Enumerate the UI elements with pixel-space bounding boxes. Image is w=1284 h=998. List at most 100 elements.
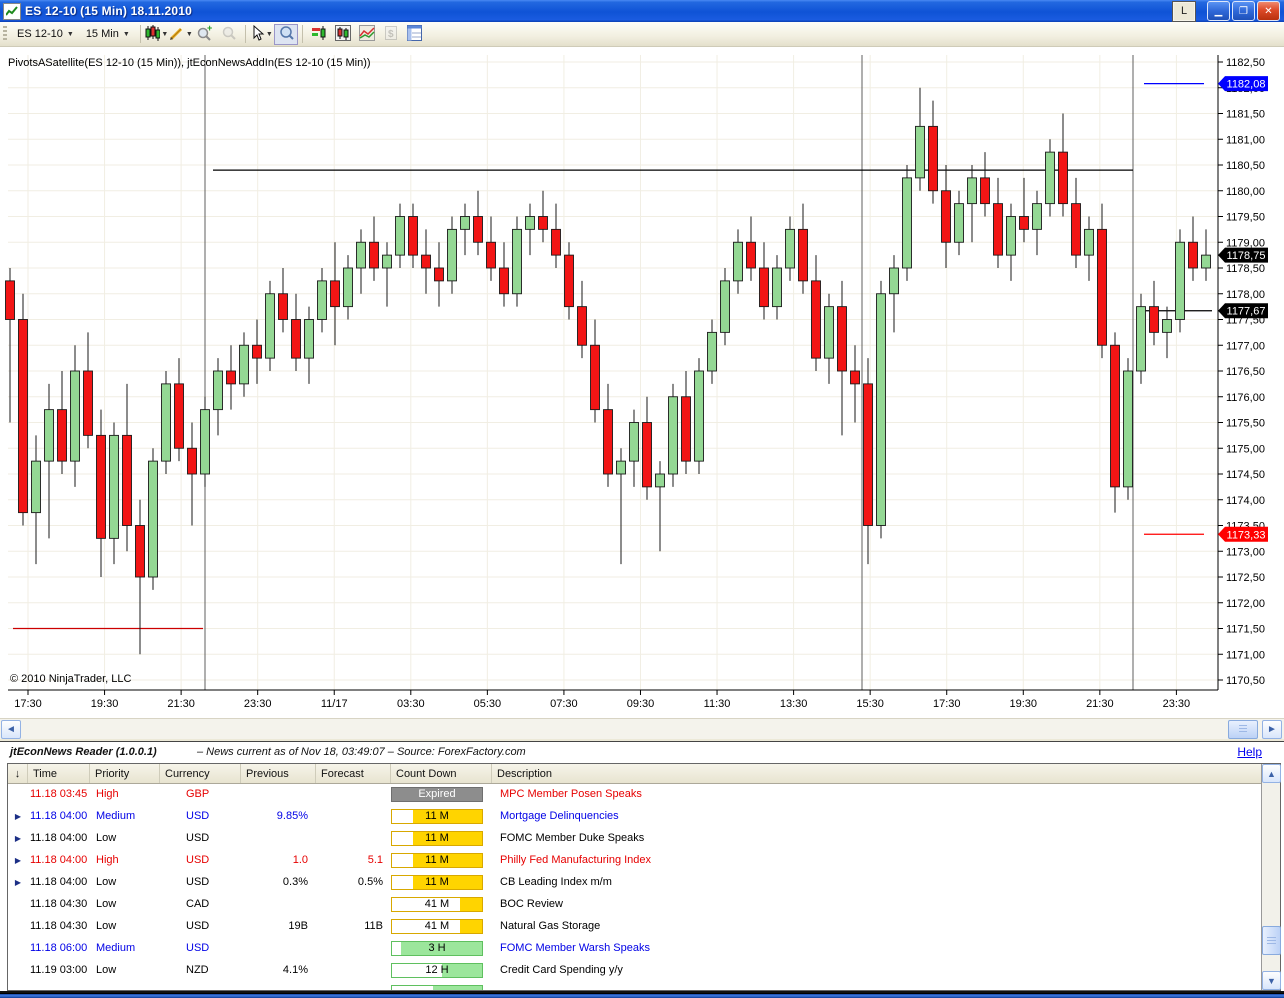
candle	[902, 177, 912, 269]
news-countdown-cell: 41 M	[391, 896, 492, 912]
countdown-bar: 3 H	[391, 940, 483, 956]
news-row[interactable]: 11.18 06:00 Medium USD 3 H FOMC Member Warsh…	[8, 937, 1262, 959]
candle	[291, 319, 301, 359]
column-header-time[interactable]: Time	[28, 764, 90, 783]
news-v-scrollbar[interactable]: ▲ ▼	[1261, 764, 1281, 990]
x-tick-label: 09:30	[627, 698, 655, 710]
candle	[785, 228, 795, 269]
news-time: 11.18 04:00	[30, 832, 88, 844]
news-row[interactable]: 11.18 03:45 High GBP Expired MPC Member Pose…	[8, 783, 1262, 805]
countdown-text: 41 M	[424, 919, 450, 932]
y-tick-label: 1181,00	[1226, 134, 1265, 146]
candle	[148, 460, 158, 578]
chart-window-button[interactable]	[331, 24, 355, 45]
scroll-up-button[interactable]: ▲	[1262, 764, 1281, 783]
news-row[interactable]: ▶ 11.18 04:00 High USD 1.0 5.1 11 M Philly Fed …	[8, 849, 1262, 871]
crosshair-button[interactable]	[273, 23, 298, 45]
column-header-forecast[interactable]: Forecast	[316, 764, 391, 783]
news-description: CB Leading Index m/m	[500, 876, 612, 888]
countdown-bar: Expired	[391, 786, 483, 802]
candle	[1058, 151, 1068, 205]
window-bottom-border	[0, 993, 1284, 998]
column-header-count-down[interactable]: Count Down	[391, 764, 492, 783]
countdown-bar: 41 M	[391, 918, 483, 934]
scroll-down-button[interactable]: ▼	[1262, 971, 1281, 990]
zoom-in-magnifier-icon: +	[196, 23, 213, 44]
chart-panel[interactable]: 1182,501182,001181,501181,001180,501180,…	[0, 47, 1284, 718]
news-row[interactable]: 11.18 04:30 Low CAD 41 M BOC Review	[8, 893, 1262, 915]
candle	[551, 228, 561, 256]
column-header-sort[interactable]: ↓	[8, 764, 28, 783]
y-tick-label: 1174,00	[1226, 495, 1265, 507]
x-tick-label: 21:30	[1086, 698, 1114, 710]
candle	[889, 267, 899, 295]
h-scroll-thumb[interactable]	[1228, 720, 1258, 739]
candle	[1110, 344, 1120, 488]
news-previous: 0.3%	[282, 876, 308, 888]
price-chart[interactable]: 1182,501182,001181,501181,001180,501180,…	[0, 47, 1284, 718]
news-reader-title: jtEconNews Reader (1.0.0.1)	[10, 746, 157, 758]
drawing-tools-button[interactable]: ▼	[169, 24, 193, 45]
news-currency: NZD	[186, 964, 209, 976]
zoom-out-magnifier-icon	[221, 25, 237, 44]
candle	[564, 254, 574, 308]
y-tick-label: 1171,00	[1226, 649, 1265, 661]
magnifier-icon	[278, 25, 294, 44]
toolbar-grip[interactable]	[3, 26, 7, 42]
zoom-out-button[interactable]	[217, 24, 241, 45]
indicator-overlay-button[interactable]	[355, 24, 379, 45]
link-button[interactable]: L	[1172, 0, 1196, 22]
candle	[733, 241, 743, 282]
column-header-priority[interactable]: Priority	[90, 764, 160, 783]
restore-button[interactable]: ❐	[1232, 1, 1255, 21]
candle	[1071, 203, 1081, 256]
column-header-previous[interactable]: Previous	[241, 764, 316, 783]
news-priority: Medium	[96, 810, 136, 822]
news-currency: USD	[186, 942, 210, 954]
news-row[interactable]: 11.18 04:30 Low USD 19B 11B 41 M Natural Gas S…	[8, 915, 1262, 937]
candle	[1045, 151, 1055, 205]
news-time: 11.18 04:30	[30, 920, 88, 932]
news-currency: USD	[186, 810, 210, 822]
x-tick-label: 03:30	[397, 698, 425, 710]
news-previous: 4.1%	[282, 964, 308, 976]
candle	[57, 409, 67, 462]
v-scroll-thumb[interactable]	[1262, 926, 1281, 955]
countdown-text: 3 H	[428, 941, 446, 954]
news-table: ↓ Time Priority Currency Previous Forecast Cou…	[7, 763, 1281, 991]
cursor-button[interactable]: ▼	[250, 24, 274, 45]
x-tick-label: 17:30	[14, 698, 42, 710]
candle	[1188, 241, 1198, 269]
expand-arrow-icon: ▶	[14, 833, 22, 843]
help-link[interactable]: Help	[1237, 745, 1262, 759]
chart-style-button[interactable]: ▼	[145, 24, 169, 45]
indicator-label: PivotsASatellite(ES 12-10 (15 Min)), jtE…	[8, 57, 371, 69]
x-tick-label: 19:30	[1010, 698, 1038, 710]
account-report-button[interactable]: $	[379, 24, 403, 45]
close-button[interactable]: ✕	[1257, 1, 1280, 21]
candle	[837, 306, 847, 372]
candle	[265, 293, 275, 359]
expand-arrow-icon: ▶	[14, 811, 22, 821]
scroll-left-button[interactable]: ◄	[1, 720, 21, 739]
instrument-dropdown[interactable]: ES 12-10 ▼	[11, 26, 80, 42]
news-row[interactable]: ▶ 11.18 04:00 Medium USD 9.85% 11 M Mortgage D…	[8, 805, 1262, 827]
column-header-description[interactable]: Description	[492, 764, 1280, 783]
news-row[interactable]	[8, 981, 1262, 990]
minimize-button[interactable]: ▁	[1207, 1, 1230, 21]
market-analyzer-button[interactable]	[307, 24, 331, 45]
scroll-right-button[interactable]: ►	[1262, 720, 1282, 739]
data-grid-button[interactable]	[403, 24, 427, 45]
chart-h-scrollbar[interactable]: ◄ ►	[0, 718, 1284, 739]
news-time: 11.18 03:45	[30, 788, 88, 800]
news-countdown-cell: 11 M	[391, 874, 492, 890]
zoom-in-button[interactable]: +	[193, 23, 217, 45]
column-header-currency[interactable]: Currency	[160, 764, 241, 783]
title-bar[interactable]: ES 12-10 (15 Min) 18.11.2010 L ▁ ❐ ✕	[0, 0, 1284, 22]
y-tick-label: 1175,50	[1226, 418, 1265, 430]
news-row[interactable]: ▶ 11.18 04:00 Low USD 11 M FOMC Member Duke S…	[8, 827, 1262, 849]
interval-dropdown[interactable]: 15 Min ▼	[80, 26, 136, 42]
x-tick-label: 19:30	[91, 698, 119, 710]
news-row[interactable]: 11.19 03:00 Low NZD 4.1% 12 H Credit Card Spe…	[8, 959, 1262, 981]
news-row[interactable]: ▶ 11.18 04:00 Low USD 0.3% 0.5% 11 M CB Leading…	[8, 871, 1262, 893]
